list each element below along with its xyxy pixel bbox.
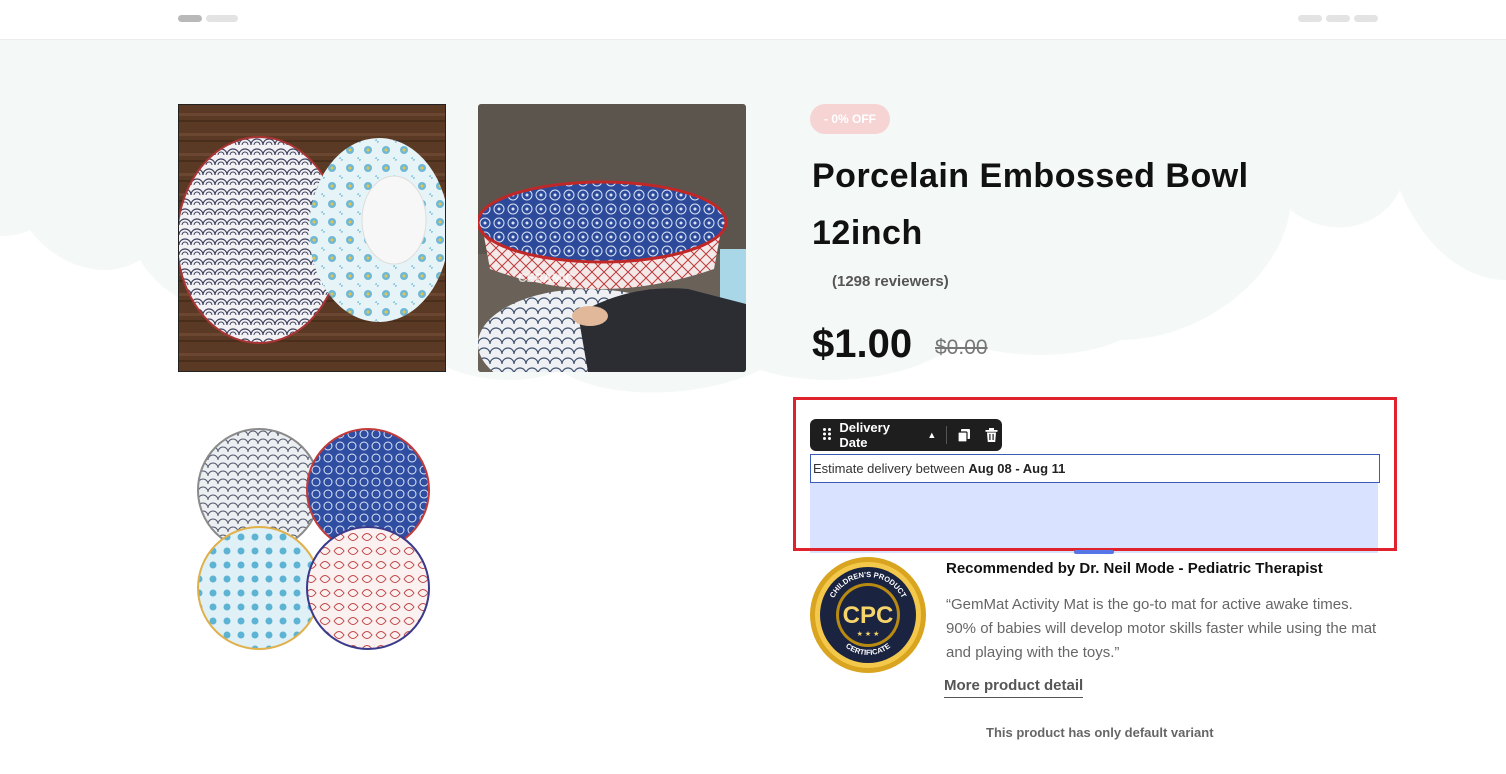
cpc-certificate-icon: CHILDREN'S PRODUCT CERTIFICATE CPC ★ ★ ★ [810, 557, 926, 673]
duplicate-icon[interactable] [953, 424, 974, 446]
trash-icon[interactable] [981, 424, 1002, 446]
block-name-label[interactable]: Delivery Date [839, 420, 919, 450]
cpc-center-text: CPC [843, 602, 894, 629]
product-price: $1.00 [812, 322, 913, 366]
recommendation-title: Recommended by Dr. Neil Mode - Pediatric… [946, 560, 1323, 577]
discount-badge: - 0% OFF [810, 104, 890, 134]
logo-placeholder[interactable] [178, 15, 202, 22]
variant-note: This product has only default variant [986, 725, 1214, 740]
delivery-range: Aug 08 - Aug 11 [968, 461, 1066, 476]
header-icon-placeholder[interactable] [1326, 15, 1350, 22]
product-title: Porcelain Embossed Bowl 12inch [812, 157, 1249, 252]
block-toolbar: Delivery Date ▲ [810, 419, 1002, 451]
compare-at-price: $0.00 [935, 336, 988, 359]
top-bar [0, 0, 1506, 40]
recommendation-quote: “GemMat Activity Mat is the go-to mat fo… [946, 596, 1377, 661]
caret-up-icon[interactable]: ▲ [927, 430, 936, 440]
toolbar-divider [946, 426, 948, 444]
more-product-detail-link[interactable]: More product detail [944, 677, 1084, 698]
cpc-stars: ★ ★ ★ [857, 630, 880, 638]
image-overlay-text: CERAMIC [518, 271, 574, 285]
nav-placeholder[interactable] [206, 15, 238, 22]
product-image-2[interactable]: CERAMIC [478, 104, 746, 372]
header-icon-placeholder[interactable] [1354, 15, 1378, 22]
product-image-3[interactable] [178, 404, 446, 672]
delivery-prefix: Estimate delivery between [813, 461, 969, 476]
selected-block-area[interactable] [810, 483, 1378, 553]
reviewers-count[interactable]: (1298 reviewers) [832, 273, 949, 290]
product-image-1[interactable] [178, 104, 446, 372]
header-icon-placeholder[interactable] [1298, 15, 1322, 22]
delivery-date-block[interactable]: Estimate delivery between Aug 08 - Aug 1… [810, 454, 1380, 483]
resize-handle[interactable] [1074, 550, 1114, 554]
drag-handle-icon[interactable] [816, 427, 837, 444]
